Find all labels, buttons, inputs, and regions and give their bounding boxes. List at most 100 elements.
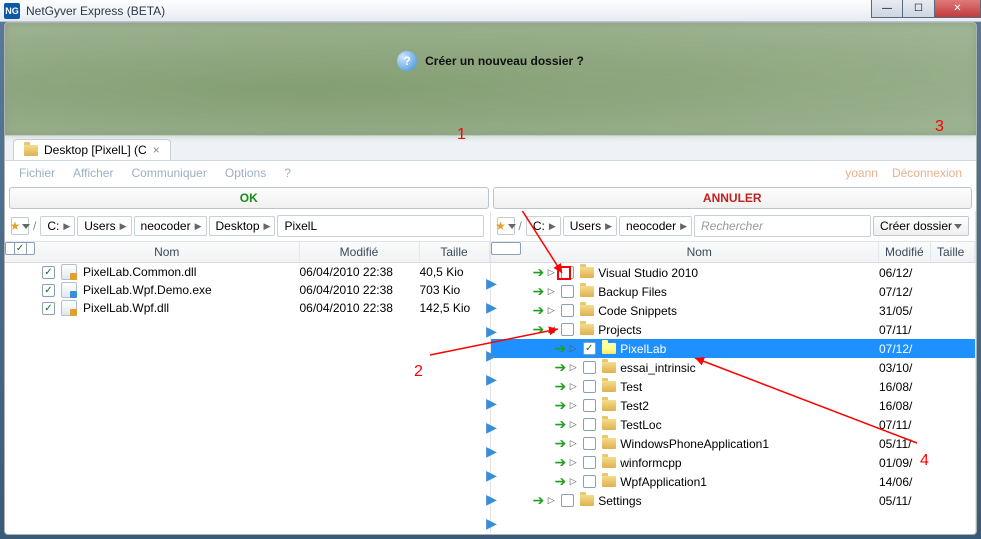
- crumb-c[interactable]: C:▶: [40, 216, 75, 236]
- table-row[interactable]: ➔▷winformcpp01/09/: [491, 453, 976, 472]
- expand-icon[interactable]: ▷: [544, 495, 558, 506]
- folder-icon: [580, 305, 594, 316]
- expand-icon[interactable]: ▷: [566, 419, 580, 430]
- row-checkbox[interactable]: [561, 266, 574, 279]
- left-header-nom[interactable]: Nom: [35, 242, 300, 262]
- left-header-checkbox[interactable]: [14, 242, 27, 255]
- minimize-button[interactable]: —: [871, 0, 903, 18]
- row-checkbox[interactable]: [583, 475, 596, 488]
- row-checkbox[interactable]: [583, 380, 596, 393]
- expand-icon[interactable]: ▷: [566, 381, 580, 392]
- transfer-arrow-icon[interactable]: ▶: [483, 491, 501, 508]
- expand-icon[interactable]: ◢: [544, 324, 558, 335]
- annotation-number-4: 4: [920, 452, 929, 470]
- transfer-arrow-icon[interactable]: ▶: [483, 347, 501, 364]
- transfer-arrow-icon[interactable]: ▶: [483, 467, 501, 484]
- tab-close-icon[interactable]: ×: [153, 143, 160, 157]
- table-row[interactable]: PixelLab.Common.dll06/04/2010 22:3840,5 …: [5, 263, 490, 281]
- search-input[interactable]: Rechercher: [694, 215, 871, 237]
- close-button[interactable]: ✕: [935, 0, 981, 18]
- crumb-c-right[interactable]: C:▶: [526, 216, 561, 236]
- menu-help[interactable]: ?: [284, 166, 291, 180]
- transfer-arrow-icon[interactable]: ▶: [483, 443, 501, 460]
- table-row[interactable]: ➔▷WpfApplication114/06/: [491, 472, 976, 491]
- table-row[interactable]: PixelLab.Wpf.dll06/04/2010 22:38142,5 Ki…: [5, 299, 490, 317]
- maximize-button[interactable]: ☐: [903, 0, 935, 18]
- row-checkbox[interactable]: [42, 302, 55, 315]
- expand-icon[interactable]: ▷: [566, 457, 580, 468]
- window-buttons: — ☐ ✕: [871, 0, 981, 18]
- row-checkbox[interactable]: [561, 285, 574, 298]
- crumb-desktop[interactable]: Desktop▶: [209, 216, 276, 236]
- row-checkbox[interactable]: [583, 437, 596, 450]
- row-checkbox[interactable]: [583, 418, 596, 431]
- table-row[interactable]: ➔▷Visual Studio 201006/12/: [491, 263, 976, 282]
- favorites-button-right[interactable]: ★: [497, 217, 515, 235]
- ok-button[interactable]: OK: [9, 187, 489, 209]
- tab-desktop[interactable]: Desktop [PixelL] (C ×: [13, 139, 171, 160]
- expand-icon[interactable]: ▷: [544, 267, 558, 278]
- create-folder-button[interactable]: Créer dossier: [873, 216, 969, 236]
- file-exe-icon: [61, 282, 77, 298]
- row-checkbox[interactable]: [583, 342, 596, 355]
- expand-icon[interactable]: ▷: [566, 400, 580, 411]
- right-header-modifie[interactable]: Modifié: [879, 242, 931, 262]
- row-checkbox[interactable]: [583, 456, 596, 469]
- row-checkbox[interactable]: [583, 399, 596, 412]
- table-row[interactable]: ➔▷Test16/08/: [491, 377, 976, 396]
- transfer-arrow-icon[interactable]: ▶: [483, 419, 501, 436]
- transfer-arrow-icon[interactable]: ▶: [483, 371, 501, 388]
- row-checkbox[interactable]: [561, 494, 574, 507]
- left-path-input[interactable]: [277, 215, 483, 237]
- crumb-users[interactable]: Users▶: [77, 216, 131, 236]
- right-header-nom[interactable]: Nom: [521, 242, 880, 262]
- folder-name: PixelLab: [620, 342, 879, 356]
- transfer-arrow-icon[interactable]: ▶: [483, 515, 501, 532]
- right-header-taille[interactable]: Taille: [931, 242, 975, 262]
- table-row[interactable]: ➔▷Test216/08/: [491, 396, 976, 415]
- expand-icon[interactable]: ▷: [566, 438, 580, 449]
- folder-name: Backup Files: [598, 285, 879, 299]
- folder-name: TestLoc: [620, 418, 879, 432]
- folder-name: winformcpp: [620, 456, 879, 470]
- row-checkbox[interactable]: [561, 304, 574, 317]
- sync-arrow-icon: ➔: [533, 302, 545, 319]
- folder-name: Test: [620, 380, 879, 394]
- transfer-arrow-icon[interactable]: ▶: [483, 299, 501, 316]
- expand-icon[interactable]: ▷: [566, 362, 580, 373]
- menu-afficher[interactable]: Afficher: [73, 166, 113, 180]
- cancel-button[interactable]: ANNULER: [493, 187, 973, 209]
- table-row[interactable]: ➔▷WindowsPhoneApplication105/11/: [491, 434, 976, 453]
- menu-fichier[interactable]: Fichier: [19, 166, 55, 180]
- crumb-neocoder-right[interactable]: neocoder▶: [619, 216, 692, 236]
- table-row[interactable]: ➔▷essai_intrinsic03/10/: [491, 358, 976, 377]
- crumb-users-right[interactable]: Users▶: [563, 216, 617, 236]
- table-row[interactable]: PixelLab.Wpf.Demo.exe06/04/2010 22:38703…: [5, 281, 490, 299]
- crumb-neocoder[interactable]: neocoder▶: [134, 216, 207, 236]
- favorites-button[interactable]: ★: [11, 217, 29, 235]
- expand-icon[interactable]: ▷: [566, 476, 580, 487]
- table-row[interactable]: ➔▷Code Snippets31/05/: [491, 301, 976, 320]
- menu-username[interactable]: yoann: [845, 166, 878, 180]
- row-checkbox[interactable]: [42, 266, 55, 279]
- transfer-arrow-icon[interactable]: ▶: [483, 323, 501, 340]
- row-checkbox[interactable]: [561, 323, 574, 336]
- table-row[interactable]: ➔▷TestLoc07/11/: [491, 415, 976, 434]
- expand-icon[interactable]: ▷: [544, 305, 558, 316]
- transfer-arrow-icon[interactable]: ▶: [483, 275, 501, 292]
- menu-options[interactable]: Options: [225, 166, 266, 180]
- right-pathbar: ★ / C:▶ Users▶ neocoder▶ Rechercher Crée…: [491, 211, 976, 241]
- left-header-taille[interactable]: Taille: [420, 242, 490, 262]
- table-row[interactable]: ➔▷PixelLab07/12/: [491, 339, 976, 358]
- expand-icon[interactable]: ▷: [566, 343, 580, 354]
- left-header-modifie[interactable]: Modifié: [300, 242, 420, 262]
- expand-icon[interactable]: ▷: [544, 286, 558, 297]
- row-checkbox[interactable]: [583, 361, 596, 374]
- table-row[interactable]: ➔▷Backup Files07/12/: [491, 282, 976, 301]
- menu-communiquer[interactable]: Communiquer: [131, 166, 206, 180]
- menu-logout[interactable]: Déconnexion: [892, 166, 962, 180]
- table-row[interactable]: ➔◢Projects07/11/: [491, 320, 976, 339]
- table-row[interactable]: ➔▷Settings05/11/: [491, 491, 976, 510]
- row-checkbox[interactable]: [42, 284, 55, 297]
- transfer-arrow-icon[interactable]: ▶: [483, 395, 501, 412]
